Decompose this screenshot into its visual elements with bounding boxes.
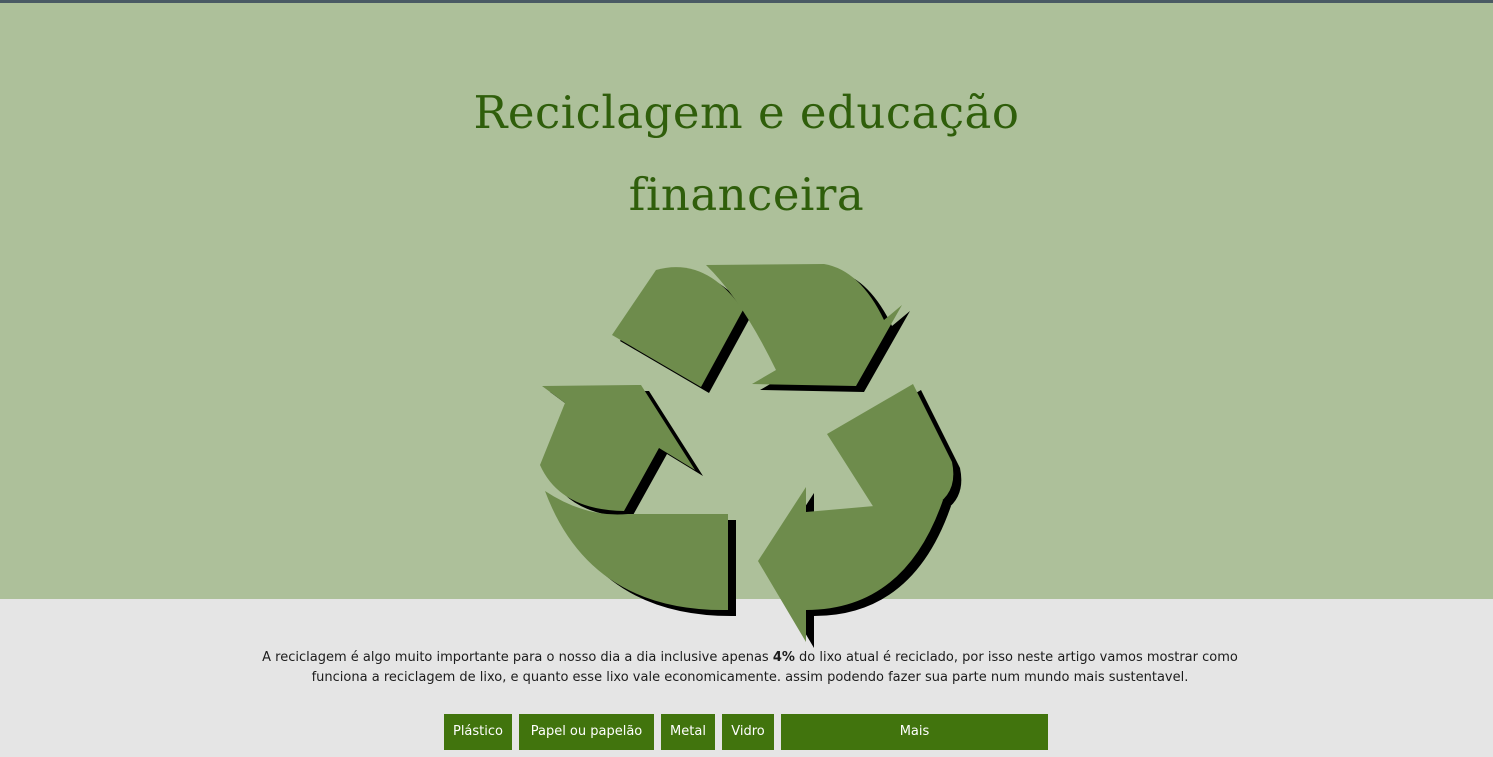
menu-button-vidro[interactable]: Vidro: [722, 714, 774, 750]
intro-paragraph: A reciclagem é algo muito importante par…: [246, 648, 1254, 688]
menu-button-plastico[interactable]: Plástico: [444, 714, 512, 750]
page-title-line-2: financeira: [628, 168, 865, 221]
menu-button-papel[interactable]: Papel ou papelão: [519, 714, 654, 750]
recycle-icon: [540, 264, 962, 648]
menu-button-metal[interactable]: Metal: [661, 714, 715, 750]
page-title-line-1: Reciclagem e educação: [473, 86, 1020, 139]
intro-highlight: 4%: [772, 650, 795, 665]
intro-text-before: A reciclagem é algo muito importante par…: [262, 650, 773, 665]
menu-button-mais[interactable]: Mais: [781, 714, 1048, 750]
page-title: Reciclagem e educação financeira: [0, 72, 1493, 236]
